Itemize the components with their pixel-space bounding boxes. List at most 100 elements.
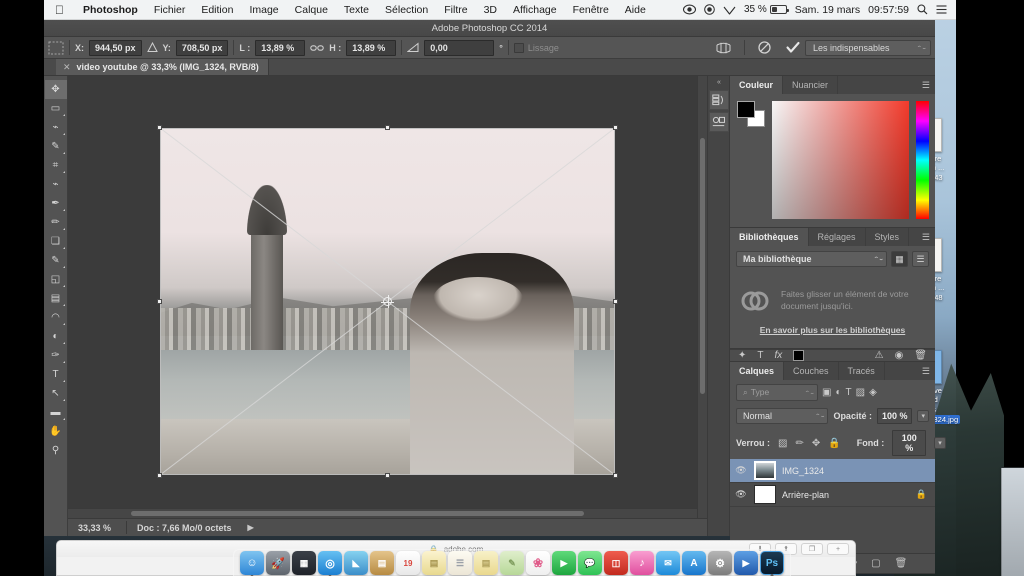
zoom-level[interactable]: 33,33 % xyxy=(68,523,126,533)
history-panel-icon[interactable] xyxy=(708,90,729,110)
x-input[interactable]: 944,50 px xyxy=(89,39,142,56)
dock-app-stickies[interactable]: ▤ xyxy=(474,551,498,575)
color-field[interactable] xyxy=(772,101,909,219)
filter-type-icon[interactable]: T xyxy=(846,387,852,398)
layer-style-icon[interactable]: ✦ xyxy=(738,350,746,361)
tab-calques[interactable]: Calques xyxy=(730,362,785,380)
menu-aide[interactable]: Aide xyxy=(617,4,654,16)
panel-menu-icon[interactable]: ☰ xyxy=(917,228,935,246)
menu-calque[interactable]: Calque xyxy=(287,4,336,16)
warp-mode-icon[interactable] xyxy=(716,41,731,55)
commit-transform-icon[interactable] xyxy=(786,41,800,54)
wifi-icon[interactable] xyxy=(723,5,736,15)
menu-fichier[interactable]: Fichier xyxy=(146,4,194,16)
dock-app-textedit[interactable]: ✎ xyxy=(500,551,524,575)
transform-bounding-box[interactable] xyxy=(157,125,618,478)
expand-arrow-icon[interactable]: ▶ xyxy=(242,523,254,532)
panel-menu-icon[interactable]: ☰ xyxy=(917,362,935,380)
lock-transparency-icon[interactable]: ▨ xyxy=(778,438,787,449)
fill-input[interactable]: 100 % xyxy=(892,430,927,456)
dock-app-facetime[interactable]: ▶ xyxy=(552,551,576,575)
opacity-input[interactable]: 100 % xyxy=(876,408,913,424)
close-icon[interactable]: ✕ xyxy=(63,62,71,73)
grid-view-icon[interactable]: ▦ xyxy=(891,251,908,267)
opacity-stepper[interactable]: ▾ xyxy=(917,410,929,422)
tool-pen-tool[interactable]: ✑ xyxy=(45,346,67,365)
filter-pixel-icon[interactable]: ▣ xyxy=(822,387,831,398)
dock-app-messages[interactable]: 💬 xyxy=(578,551,602,575)
cancel-transform-icon[interactable] xyxy=(758,41,771,54)
canvas-horizontal-scrollbar[interactable] xyxy=(68,508,697,518)
table-row[interactable]: 👁 IMG_1324 xyxy=(730,459,935,483)
canvas-vertical-scrollbar[interactable] xyxy=(697,76,707,518)
tool-blur-tool[interactable]: ◠ xyxy=(45,308,67,327)
filter-shape-icon[interactable]: ▨ xyxy=(856,387,865,398)
document-tab[interactable]: ✕ video youtube @ 33,3% (IMG_1324, RVB/8… xyxy=(56,59,269,75)
hue-slider[interactable] xyxy=(916,101,929,219)
color-chip-icon[interactable] xyxy=(793,350,805,361)
dock-app-notes[interactable]: ▤ xyxy=(422,551,446,575)
tab-couches[interactable]: Couches xyxy=(784,362,839,380)
tool-shape-tool[interactable]: ▬ xyxy=(45,403,67,422)
tool-clone-stamp-tool[interactable]: ❏ xyxy=(45,232,67,251)
relative-position-icon[interactable] xyxy=(146,42,158,53)
tabs-button[interactable]: ❐ xyxy=(801,543,823,555)
tool-type-tool[interactable]: T xyxy=(45,365,67,384)
tool-quick-selection-tool[interactable]: ✎ xyxy=(45,137,67,156)
library-selector[interactable]: Ma bibliothèque xyxy=(736,251,887,267)
lock-image-icon[interactable]: ✏ xyxy=(795,438,803,449)
blend-mode-select[interactable]: Normal xyxy=(736,408,829,424)
menu-affichage[interactable]: Affichage xyxy=(505,4,565,16)
tool-path-selection-tool[interactable]: ↖ xyxy=(45,384,67,403)
tool-healing-brush-tool[interactable]: ✒ xyxy=(45,194,67,213)
properties-panel-icon[interactable] xyxy=(708,112,729,132)
text-icon[interactable]: T xyxy=(757,350,763,361)
tab-reglages[interactable]: Réglages xyxy=(809,228,866,246)
dock-app-photo-booth[interactable]: ◫ xyxy=(604,551,628,575)
height-input[interactable]: 13,89 % xyxy=(346,39,397,56)
tool-lasso-tool[interactable]: ⌁ xyxy=(45,118,67,137)
dock-app-app-store[interactable]: A xyxy=(682,551,706,575)
dock-app-photos[interactable]: ❀ xyxy=(526,551,550,575)
list-view-icon[interactable]: ☰ xyxy=(912,251,929,267)
battery-indicator[interactable]: 35 % xyxy=(744,4,789,15)
handle-top-left[interactable] xyxy=(157,125,162,130)
angle-input[interactable]: 0,00 xyxy=(424,39,495,56)
tool-brush-tool[interactable]: ✏ xyxy=(45,213,67,232)
color-swatches[interactable] xyxy=(737,101,765,127)
tool-eraser-tool[interactable]: ◱ xyxy=(45,270,67,289)
tab-nuancier[interactable]: Nuancier xyxy=(783,76,839,94)
dock-app-maps[interactable]: ◣ xyxy=(344,551,368,575)
tool-dodge-tool[interactable]: ◐ xyxy=(45,327,67,346)
layer-filter-type-select[interactable]: ⌕ Type xyxy=(736,384,818,401)
library-learn-more-link[interactable]: En savoir plus sur les bibliothèques xyxy=(760,325,905,335)
handle-bottom-right[interactable] xyxy=(613,473,618,478)
handle-top-right[interactable] xyxy=(613,125,618,130)
notification-center-icon[interactable] xyxy=(936,5,947,14)
layer-visibility-icon[interactable]: 👁 xyxy=(734,465,748,476)
tool-marquee-tool[interactable]: ▭ xyxy=(45,99,67,118)
menu-fenetre[interactable]: Fenêtre xyxy=(565,4,617,16)
handle-top-center[interactable] xyxy=(384,125,390,130)
dock-app-itunes[interactable]: ♪ xyxy=(630,551,654,575)
menu-texte[interactable]: Texte xyxy=(336,4,377,16)
handle-bottom-center[interactable] xyxy=(384,473,390,478)
search-icon[interactable] xyxy=(917,4,928,15)
new-tab-button[interactable]: + xyxy=(827,543,849,555)
fill-stepper[interactable]: ▾ xyxy=(934,437,946,449)
dock-app-system-preferences[interactable]: ⚙ xyxy=(708,551,732,575)
tool-move-tool[interactable]: ✥ xyxy=(44,80,67,99)
record-icon[interactable] xyxy=(704,4,715,15)
link-ratio-icon[interactable] xyxy=(310,43,325,53)
panel-menu-icon[interactable]: ☰ xyxy=(917,76,935,94)
menu-3d[interactable]: 3D xyxy=(476,4,505,16)
layer-visibility-icon[interactable]: 👁 xyxy=(734,489,748,500)
tool-eyedropper-tool[interactable]: ⌁ xyxy=(45,175,67,194)
visibility-icon[interactable]: ◉ xyxy=(895,350,904,361)
dock-app-finder[interactable]: ☺ xyxy=(240,551,264,576)
move-tool-preset-icon[interactable] xyxy=(48,41,64,55)
warning-icon[interactable]: ⚠ xyxy=(875,350,884,361)
dock-app-contacts[interactable]: ▤ xyxy=(370,551,394,575)
menu-image[interactable]: Image xyxy=(241,4,286,16)
workspace-selector[interactable]: Les indispensables xyxy=(805,39,931,56)
